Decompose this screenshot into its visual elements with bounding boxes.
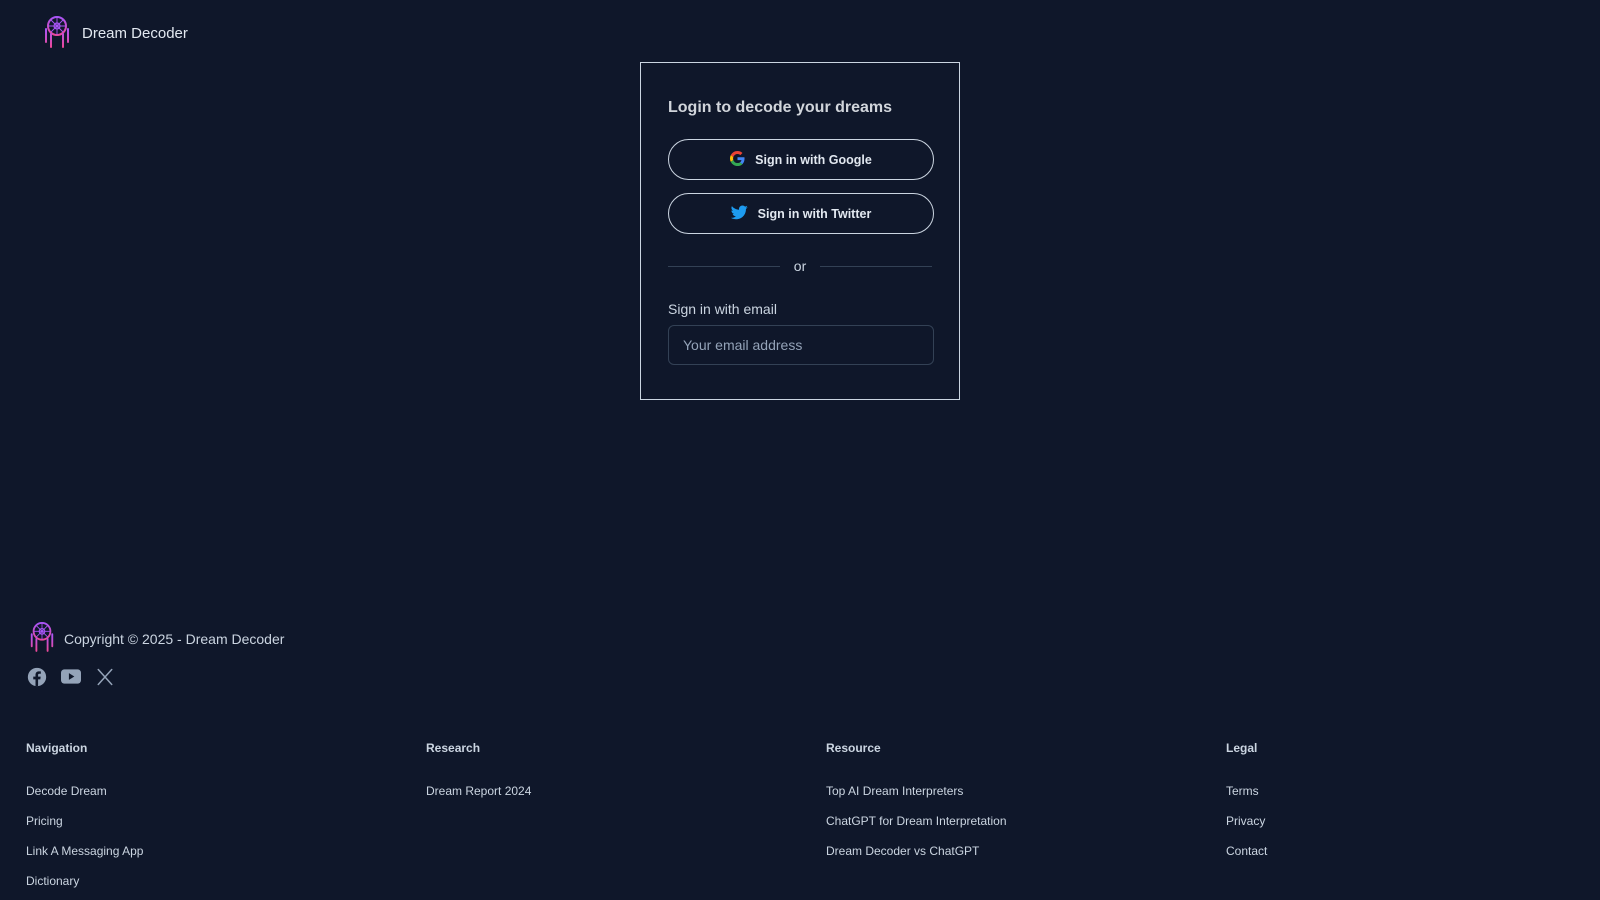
footer-column-navigation: Navigation Decode Dream Pricing Link A M… xyxy=(26,741,143,900)
footer-heading: Navigation xyxy=(26,741,88,755)
twitter-signin-button[interactable]: Sign in with Twitter xyxy=(668,193,934,234)
footer-link-contact[interactable]: Contact xyxy=(1226,844,1267,874)
facebook-icon[interactable] xyxy=(26,666,47,687)
footer-link-top-ai-interpreters[interactable]: Top AI Dream Interpreters xyxy=(826,784,1007,814)
divider-line-right xyxy=(820,265,933,267)
footer-column-resource: Resource Top AI Dream Interpreters ChatG… xyxy=(826,741,1007,874)
youtube-icon[interactable] xyxy=(60,666,81,687)
or-divider: or xyxy=(668,258,933,274)
google-icon xyxy=(730,150,745,169)
footer-link-dream-report[interactable]: Dream Report 2024 xyxy=(426,784,531,814)
footer-brand: Copyright © 2025 - Dream Decoder xyxy=(28,620,284,657)
footer-link-decode-dream[interactable]: Decode Dream xyxy=(26,784,143,814)
twitter-bird-icon xyxy=(730,204,748,223)
divider-line-left xyxy=(668,265,780,267)
footer-heading: Legal xyxy=(1226,741,1258,755)
footer-link-pricing[interactable]: Pricing xyxy=(26,814,143,844)
footer-heading: Research xyxy=(426,741,481,755)
footer-column-legal: Legal Terms Privacy Contact xyxy=(1226,741,1267,874)
email-label: Sign in with email xyxy=(668,301,777,317)
brand-name: Dream Decoder xyxy=(82,25,188,42)
twitter-signin-label: Sign in with Twitter xyxy=(757,206,872,221)
footer-column-research: Research Dream Report 2024 xyxy=(426,741,531,814)
google-signin-label: Sign in with Google xyxy=(755,152,872,167)
dreamcatcher-logo-icon xyxy=(28,620,56,657)
page: Dream Decoder Login to decode your dream… xyxy=(0,0,1600,900)
divider-text: or xyxy=(793,258,807,274)
email-input[interactable] xyxy=(668,325,934,365)
footer-link-messaging-app[interactable]: Link A Messaging App xyxy=(26,844,143,874)
footer-link-terms[interactable]: Terms xyxy=(1226,784,1267,814)
brand-link[interactable]: Dream Decoder xyxy=(42,14,188,53)
footer-link-dictionary[interactable]: Dictionary xyxy=(26,874,143,900)
dreamcatcher-logo-icon xyxy=(42,14,72,53)
footer-link-privacy[interactable]: Privacy xyxy=(1226,814,1267,844)
footer-link-chatgpt-interpretation[interactable]: ChatGPT for Dream Interpretation xyxy=(826,814,1007,844)
footer-heading: Resource xyxy=(826,741,881,755)
login-title: Login to decode your dreams xyxy=(668,99,893,116)
login-card: Login to decode your dreams Sign in with… xyxy=(640,62,960,400)
copyright-text: Copyright © 2025 - Dream Decoder xyxy=(64,630,285,647)
social-links xyxy=(26,666,115,687)
x-icon[interactable] xyxy=(94,666,115,687)
footer-link-decoder-vs-chatgpt[interactable]: Dream Decoder vs ChatGPT xyxy=(826,844,1007,874)
google-signin-button[interactable]: Sign in with Google xyxy=(668,139,934,180)
